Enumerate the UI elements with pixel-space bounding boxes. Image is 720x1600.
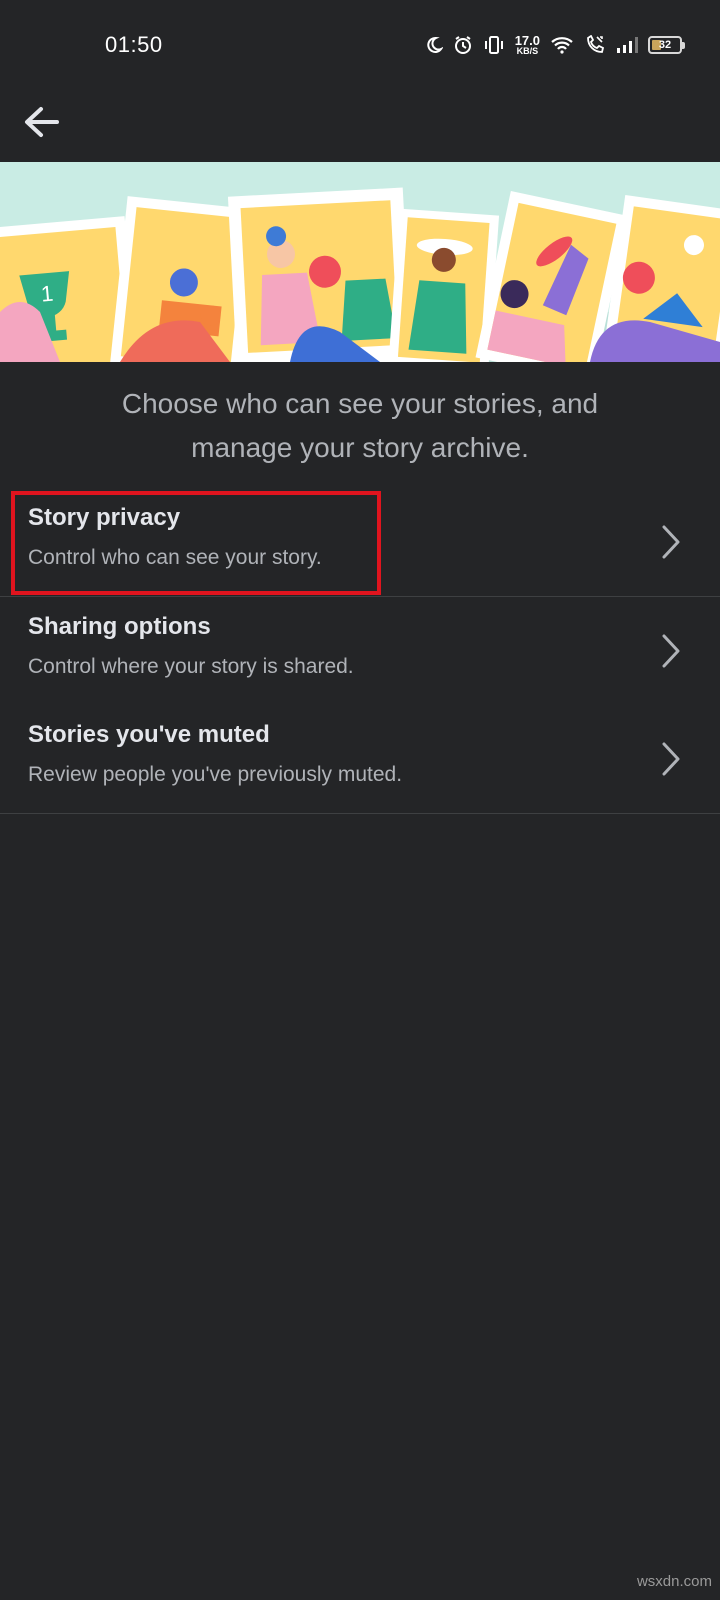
alarm-icon — [454, 36, 471, 54]
setting-description: Control who can see your story. — [28, 546, 322, 569]
volte-call-icon — [587, 35, 605, 53]
back-button[interactable] — [18, 98, 66, 146]
net-speed-unit: KB/S — [516, 46, 539, 56]
signal-icon — [617, 37, 638, 53]
chevron-right-icon — [662, 634, 680, 668]
list-divider — [0, 813, 720, 814]
story-settings-list: Story privacy Control who can see your s… — [0, 488, 720, 813]
battery-level: 32 — [658, 39, 672, 51]
status-bar: 01:50 17.0 KB/S 32 — [0, 0, 720, 92]
setting-title: Story privacy — [28, 504, 181, 531]
stories-muted-item[interactable]: Stories you've muted Review people you'v… — [0, 705, 720, 813]
sharing-options-item[interactable]: Sharing options Control where your story… — [0, 597, 720, 705]
status-icons: 17.0 KB/S 32 — [425, 30, 685, 60]
net-speed: 17.0 KB/S — [515, 34, 540, 56]
status-time: 01:50 — [105, 32, 163, 57]
svg-text:1: 1 — [40, 281, 54, 307]
setting-description: Review people you've previously muted. — [28, 763, 403, 786]
stories-intro-text: Choose who can see your stories, and man… — [60, 382, 660, 470]
moon-icon — [427, 36, 443, 53]
vibrate-icon — [484, 36, 503, 54]
story-privacy-item[interactable]: Story privacy Control who can see your s… — [0, 488, 720, 597]
chevron-right-icon — [662, 742, 680, 776]
setting-title: Sharing options — [28, 613, 211, 640]
setting-title: Stories you've muted — [28, 721, 270, 748]
intro-line-1: Choose who can see your stories, and — [121, 388, 599, 419]
wifi-icon — [551, 37, 573, 54]
battery-icon: 32 — [648, 36, 685, 54]
arrow-left-icon — [25, 107, 59, 137]
chevron-right-icon — [662, 525, 680, 559]
watermark: wsxdn.com — [636, 1573, 712, 1590]
setting-description: Control where your story is shared. — [28, 655, 354, 678]
stories-banner-illustration: 1 — [0, 162, 720, 362]
intro-line-2: manage your story archive. — [191, 432, 529, 463]
